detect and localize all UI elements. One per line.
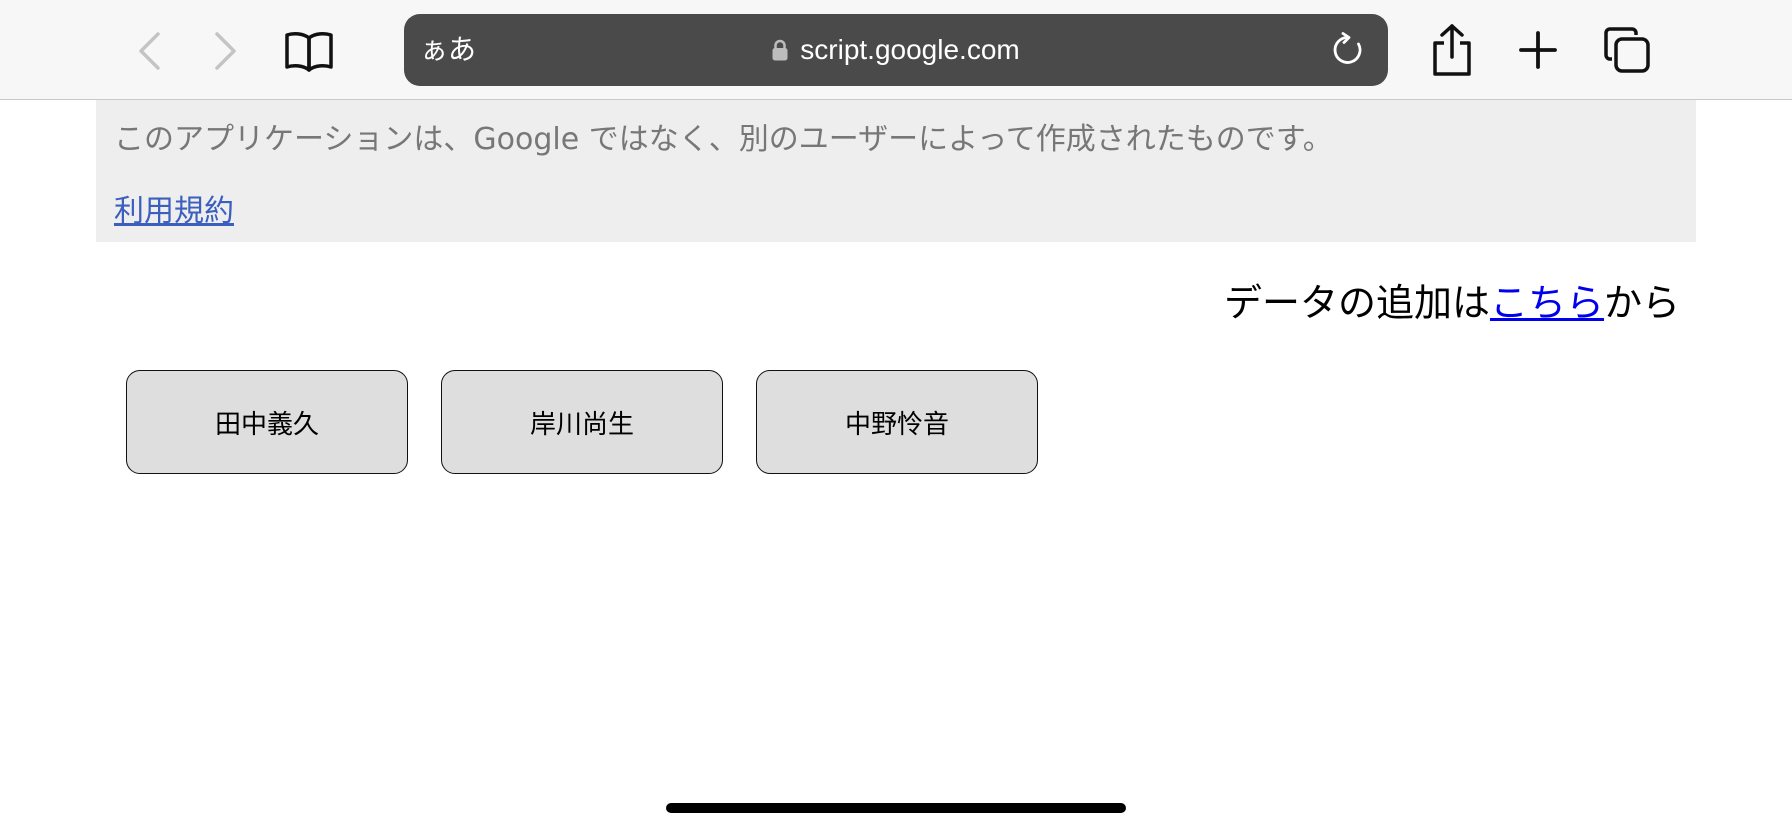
tab-overview-button[interactable] — [1602, 24, 1652, 76]
person-button-tanaka[interactable]: 田中義久 — [126, 370, 408, 474]
address-bar[interactable]: ぁあ script.google.com — [404, 14, 1388, 86]
tabs-icon — [1603, 26, 1651, 74]
person-button-kishikawa[interactable]: 岸川尚生 — [441, 370, 723, 474]
reload-button[interactable] — [1328, 30, 1368, 70]
new-tab-button[interactable] — [1514, 26, 1562, 74]
share-button[interactable] — [1428, 20, 1476, 80]
third-party-notice-banner: このアプリケーションは、Google ではなく、別のユーザーによって作成されたも… — [96, 100, 1696, 242]
add-data-prefix: データの追加は — [1223, 281, 1490, 325]
browser-toolbar: ぁあ script.google.com — [0, 0, 1792, 100]
book-icon — [284, 30, 334, 72]
bookmarks-button[interactable] — [280, 25, 338, 77]
url-text: script.google.com — [800, 34, 1020, 65]
lock-icon — [772, 39, 788, 61]
url-display[interactable]: script.google.com — [404, 14, 1388, 86]
add-data-suffix: から — [1603, 281, 1680, 325]
terms-of-service-link[interactable]: 利用規約 — [114, 186, 234, 230]
reload-icon — [1330, 32, 1366, 68]
home-indicator — [666, 803, 1126, 813]
plus-icon — [1518, 30, 1558, 70]
chevron-left-icon — [137, 31, 161, 71]
add-data-link[interactable]: こちら — [1490, 281, 1604, 325]
share-icon — [1431, 23, 1473, 77]
notice-text: このアプリケーションは、Google ではなく、別のユーザーによって作成されたも… — [114, 122, 1333, 157]
forward-button[interactable] — [203, 28, 249, 74]
add-data-line: データの追加はこちらから — [1224, 272, 1680, 327]
chevron-right-icon — [214, 31, 238, 71]
person-button-nakano[interactable]: 中野怜音 — [756, 370, 1038, 474]
back-button[interactable] — [126, 28, 172, 74]
